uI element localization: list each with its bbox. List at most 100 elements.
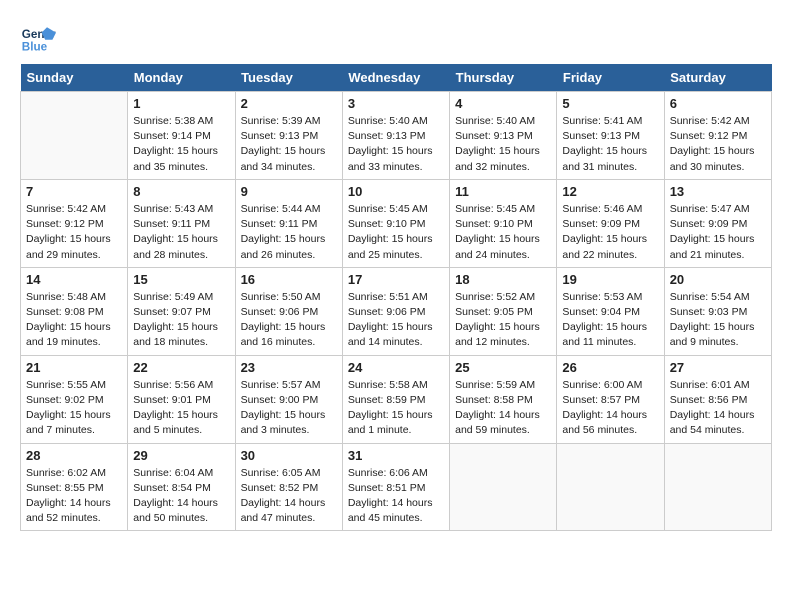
day-info: Sunrise: 5:56 AMSunset: 9:01 PMDaylight:… xyxy=(133,378,229,439)
col-header-monday: Monday xyxy=(128,64,235,92)
day-number: 21 xyxy=(26,360,122,375)
svg-text:Blue: Blue xyxy=(22,41,48,54)
day-number: 14 xyxy=(26,272,122,287)
day-number: 15 xyxy=(133,272,229,287)
day-info: Sunrise: 5:42 AMSunset: 9:12 PMDaylight:… xyxy=(670,114,766,175)
day-number: 10 xyxy=(348,184,444,199)
day-number: 27 xyxy=(670,360,766,375)
day-info: Sunrise: 5:47 AMSunset: 9:09 PMDaylight:… xyxy=(670,202,766,263)
day-info: Sunrise: 6:02 AMSunset: 8:55 PMDaylight:… xyxy=(26,466,122,527)
day-info: Sunrise: 5:49 AMSunset: 9:07 PMDaylight:… xyxy=(133,290,229,351)
header-row: SundayMondayTuesdayWednesdayThursdayFrid… xyxy=(21,64,772,92)
calendar-cell: 29 Sunrise: 6:04 AMSunset: 8:54 PMDayligh… xyxy=(128,443,235,531)
day-info: Sunrise: 5:52 AMSunset: 9:05 PMDaylight:… xyxy=(455,290,551,351)
day-number: 18 xyxy=(455,272,551,287)
calendar-cell: 5 Sunrise: 5:41 AMSunset: 9:13 PMDaylight… xyxy=(557,92,664,180)
day-number: 8 xyxy=(133,184,229,199)
calendar-cell: 13 Sunrise: 5:47 AMSunset: 9:09 PMDayligh… xyxy=(664,179,771,267)
day-number: 16 xyxy=(241,272,337,287)
day-number: 5 xyxy=(562,96,658,111)
day-number: 29 xyxy=(133,448,229,463)
day-number: 26 xyxy=(562,360,658,375)
day-info: Sunrise: 6:04 AMSunset: 8:54 PMDaylight:… xyxy=(133,466,229,527)
day-info: Sunrise: 5:38 AMSunset: 9:14 PMDaylight:… xyxy=(133,114,229,175)
day-info: Sunrise: 5:46 AMSunset: 9:09 PMDaylight:… xyxy=(562,202,658,263)
week-row-1: 1 Sunrise: 5:38 AMSunset: 9:14 PMDaylight… xyxy=(21,92,772,180)
day-number: 2 xyxy=(241,96,337,111)
day-info: Sunrise: 5:59 AMSunset: 8:58 PMDaylight:… xyxy=(455,378,551,439)
calendar-cell: 9Sunrise: 5:44 AMSunset: 9:11 PMDaylight… xyxy=(235,179,342,267)
calendar-cell: 27 Sunrise: 6:01 AMSunset: 8:56 PMDayligh… xyxy=(664,355,771,443)
day-info: Sunrise: 5:41 AMSunset: 9:13 PMDaylight:… xyxy=(562,114,658,175)
calendar-cell: 11Sunrise: 5:45 AMSunset: 9:10 PMDayligh… xyxy=(450,179,557,267)
week-row-4: 21Sunrise: 5:55 AMSunset: 9:02 PMDayligh… xyxy=(21,355,772,443)
day-number: 3 xyxy=(348,96,444,111)
day-info: Sunrise: 5:51 AMSunset: 9:06 PMDaylight:… xyxy=(348,290,444,351)
calendar-cell xyxy=(450,443,557,531)
calendar-cell: 25 Sunrise: 5:59 AMSunset: 8:58 PMDayligh… xyxy=(450,355,557,443)
day-number: 23 xyxy=(241,360,337,375)
day-number: 28 xyxy=(26,448,122,463)
calendar-cell: 19 Sunrise: 5:53 AMSunset: 9:04 PMDayligh… xyxy=(557,267,664,355)
calendar-cell: 15 Sunrise: 5:49 AMSunset: 9:07 PMDayligh… xyxy=(128,267,235,355)
day-number: 4 xyxy=(455,96,551,111)
calendar-cell xyxy=(21,92,128,180)
day-info: Sunrise: 5:48 AMSunset: 9:08 PMDaylight:… xyxy=(26,290,122,351)
day-info: Sunrise: 5:45 AMSunset: 9:10 PMDaylight:… xyxy=(348,202,444,263)
day-number: 7 xyxy=(26,184,122,199)
calendar-cell xyxy=(557,443,664,531)
day-number: 13 xyxy=(670,184,766,199)
calendar-cell: 17 Sunrise: 5:51 AMSunset: 9:06 PMDayligh… xyxy=(342,267,449,355)
calendar-cell: 10 Sunrise: 5:45 AMSunset: 9:10 PMDayligh… xyxy=(342,179,449,267)
col-header-saturday: Saturday xyxy=(664,64,771,92)
calendar-cell: 16 Sunrise: 5:50 AMSunset: 9:06 PMDayligh… xyxy=(235,267,342,355)
calendar-cell: 2 Sunrise: 5:39 AMSunset: 9:13 PMDaylight… xyxy=(235,92,342,180)
page-header: General Blue xyxy=(20,20,772,56)
day-info: Sunrise: 5:50 AMSunset: 9:06 PMDaylight:… xyxy=(241,290,337,351)
day-number: 17 xyxy=(348,272,444,287)
day-number: 25 xyxy=(455,360,551,375)
calendar-cell: 22 Sunrise: 5:56 AMSunset: 9:01 PMDayligh… xyxy=(128,355,235,443)
day-info: Sunrise: 6:01 AMSunset: 8:56 PMDaylight:… xyxy=(670,378,766,439)
day-info: Sunrise: 5:45 AMSunset: 9:10 PMDaylight:… xyxy=(455,202,551,263)
calendar-cell: 24Sunrise: 5:58 AMSunset: 8:59 PMDayligh… xyxy=(342,355,449,443)
col-header-tuesday: Tuesday xyxy=(235,64,342,92)
col-header-sunday: Sunday xyxy=(21,64,128,92)
calendar-cell: 31 Sunrise: 6:06 AMSunset: 8:51 PMDayligh… xyxy=(342,443,449,531)
day-info: Sunrise: 6:05 AMSunset: 8:52 PMDaylight:… xyxy=(241,466,337,527)
col-header-thursday: Thursday xyxy=(450,64,557,92)
logo-icon: General Blue xyxy=(20,20,56,56)
day-number: 22 xyxy=(133,360,229,375)
day-info: Sunrise: 5:42 AMSunset: 9:12 PMDaylight:… xyxy=(26,202,122,263)
calendar-cell: 12 Sunrise: 5:46 AMSunset: 9:09 PMDayligh… xyxy=(557,179,664,267)
day-info: Sunrise: 6:00 AMSunset: 8:57 PMDaylight:… xyxy=(562,378,658,439)
day-number: 6 xyxy=(670,96,766,111)
calendar-cell: 3 Sunrise: 5:40 AMSunset: 9:13 PMDaylight… xyxy=(342,92,449,180)
calendar-cell: 28 Sunrise: 6:02 AMSunset: 8:55 PMDayligh… xyxy=(21,443,128,531)
calendar-cell: 4Sunrise: 5:40 AMSunset: 9:13 PMDaylight… xyxy=(450,92,557,180)
day-info: Sunrise: 5:39 AMSunset: 9:13 PMDaylight:… xyxy=(241,114,337,175)
day-info: Sunrise: 5:40 AMSunset: 9:13 PMDaylight:… xyxy=(348,114,444,175)
col-header-wednesday: Wednesday xyxy=(342,64,449,92)
week-row-3: 14 Sunrise: 5:48 AMSunset: 9:08 PMDayligh… xyxy=(21,267,772,355)
calendar-cell: 26 Sunrise: 6:00 AMSunset: 8:57 PMDayligh… xyxy=(557,355,664,443)
day-number: 12 xyxy=(562,184,658,199)
calendar-cell xyxy=(664,443,771,531)
calendar-cell: 20Sunrise: 5:54 AMSunset: 9:03 PMDayligh… xyxy=(664,267,771,355)
calendar-table: SundayMondayTuesdayWednesdayThursdayFrid… xyxy=(20,64,772,531)
calendar-cell: 23 Sunrise: 5:57 AMSunset: 9:00 PMDayligh… xyxy=(235,355,342,443)
logo: General Blue xyxy=(20,20,56,56)
calendar-cell: 8 Sunrise: 5:43 AMSunset: 9:11 PMDaylight… xyxy=(128,179,235,267)
day-number: 1 xyxy=(133,96,229,111)
calendar-cell: 21Sunrise: 5:55 AMSunset: 9:02 PMDayligh… xyxy=(21,355,128,443)
day-info: Sunrise: 6:06 AMSunset: 8:51 PMDaylight:… xyxy=(348,466,444,527)
calendar-cell: 1 Sunrise: 5:38 AMSunset: 9:14 PMDaylight… xyxy=(128,92,235,180)
week-row-5: 28 Sunrise: 6:02 AMSunset: 8:55 PMDayligh… xyxy=(21,443,772,531)
day-number: 9 xyxy=(241,184,337,199)
day-number: 31 xyxy=(348,448,444,463)
day-info: Sunrise: 5:57 AMSunset: 9:00 PMDaylight:… xyxy=(241,378,337,439)
day-info: Sunrise: 5:53 AMSunset: 9:04 PMDaylight:… xyxy=(562,290,658,351)
week-row-2: 7 Sunrise: 5:42 AMSunset: 9:12 PMDaylight… xyxy=(21,179,772,267)
day-info: Sunrise: 5:43 AMSunset: 9:11 PMDaylight:… xyxy=(133,202,229,263)
day-number: 19 xyxy=(562,272,658,287)
